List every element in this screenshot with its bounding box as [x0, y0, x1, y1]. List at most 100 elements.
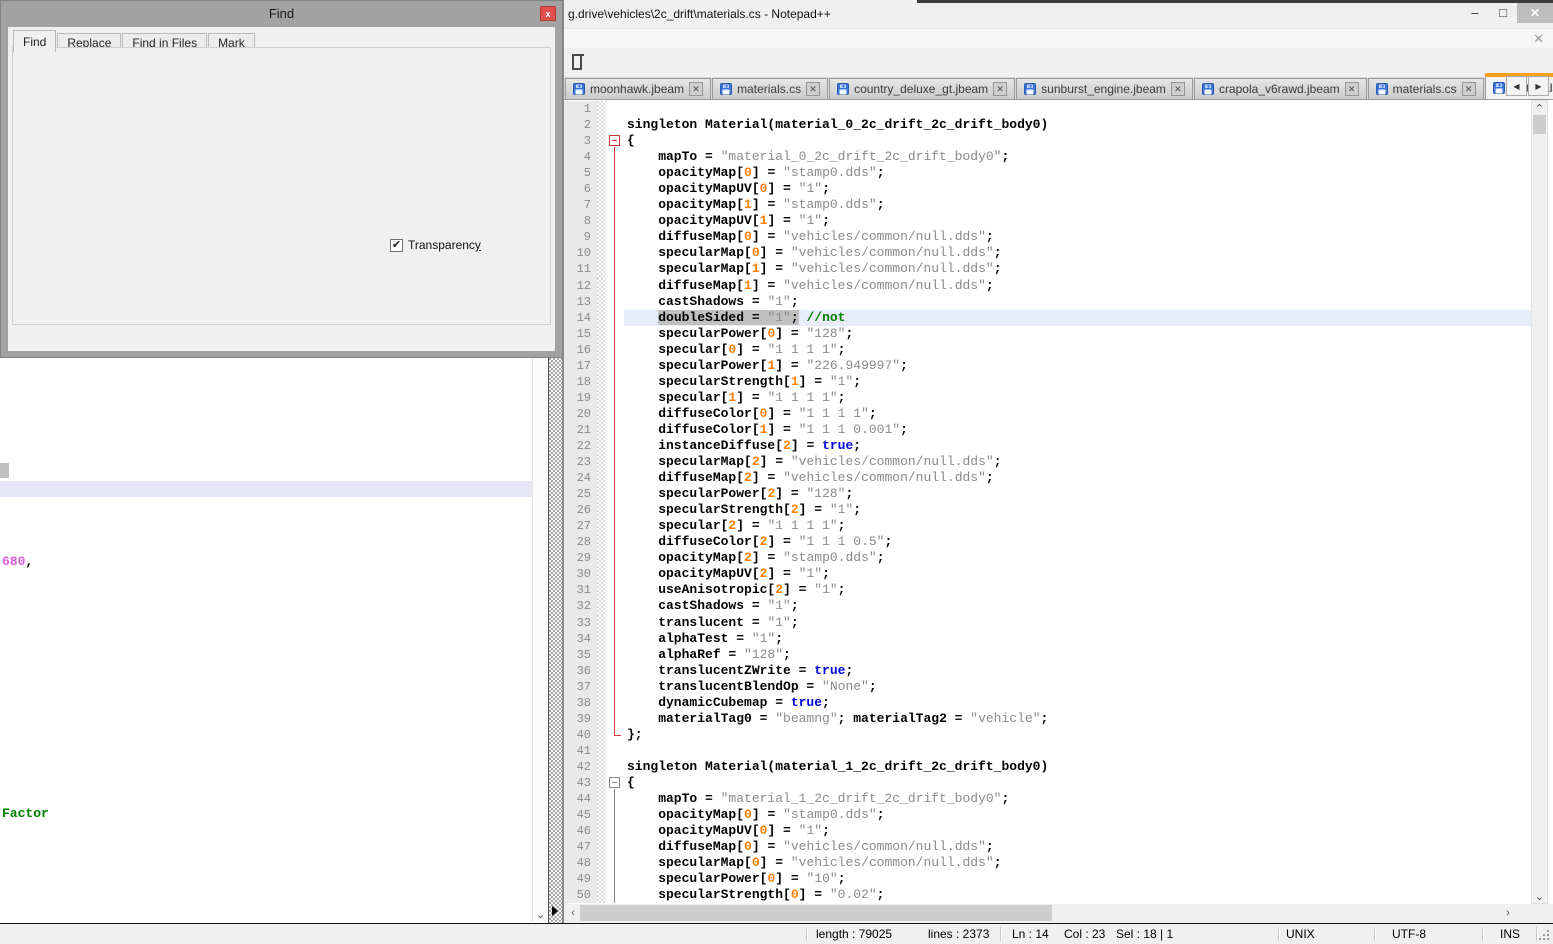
file-tab[interactable]: country_deluxe_gt.jbeam✕	[829, 78, 1015, 99]
scroll-right-button[interactable]: ›	[1501, 904, 1515, 922]
file-tab[interactable]: materials.cs✕	[1368, 78, 1484, 99]
toolbar-document-icon[interactable]	[571, 53, 585, 71]
bookmark-margin[interactable]	[597, 615, 606, 631]
bookmark-margin[interactable]	[597, 502, 606, 518]
left-view-scroll-down-button[interactable]: ⌄	[533, 907, 548, 922]
editor-horizontal-scrollbar[interactable]: ‹ ›	[564, 904, 1531, 922]
scroll-down-button[interactable]: ⌄	[1532, 889, 1547, 903]
bookmark-margin[interactable]	[597, 374, 606, 390]
bookmark-margin[interactable]	[597, 871, 606, 887]
tab-close-icon[interactable]: ✕	[689, 82, 703, 96]
bookmark-margin[interactable]	[597, 133, 606, 149]
tab-close-icon[interactable]: ✕	[1171, 82, 1185, 96]
bookmark-margin[interactable]	[597, 245, 606, 261]
scroll-left-button[interactable]: ‹	[566, 904, 580, 922]
bookmark-margin[interactable]	[597, 807, 606, 823]
background-editor-view[interactable]: 680, Factor ⌄	[0, 358, 548, 924]
code-text: dynamicCubemap = true;	[624, 695, 1531, 711]
fold-margin[interactable]	[606, 775, 624, 791]
panel-close-icon[interactable]: ✕	[1533, 31, 1544, 47]
bookmark-margin[interactable]	[597, 695, 606, 711]
fold-margin[interactable]	[606, 133, 624, 149]
line-number: 3	[564, 133, 597, 149]
status-encoding: UTF-8	[1392, 927, 1426, 941]
tab-close-icon[interactable]: ✕	[1462, 82, 1476, 96]
fold-margin	[606, 679, 624, 695]
bookmark-margin[interactable]	[597, 887, 606, 903]
bookmark-margin[interactable]	[597, 823, 606, 839]
left-view-scrollbar[interactable]: ⌄	[532, 358, 548, 922]
bookmark-margin[interactable]	[597, 294, 606, 310]
bookmark-margin[interactable]	[597, 278, 606, 294]
bookmark-margin[interactable]	[597, 486, 606, 502]
minimize-button[interactable]: –	[1461, 2, 1489, 23]
bookmark-margin[interactable]	[597, 598, 606, 614]
code-text: opacityMap[0] = "stamp0.dds";	[624, 807, 1531, 823]
file-tab[interactable]: crapola_v6rawd.jbeam✕	[1194, 78, 1367, 99]
bookmark-margin[interactable]	[597, 711, 606, 727]
bookmark-margin[interactable]	[597, 855, 606, 871]
bookmark-margin[interactable]	[597, 422, 606, 438]
vertical-scroll-thumb[interactable]	[1533, 115, 1546, 134]
bookmark-margin[interactable]	[597, 839, 606, 855]
tab-close-icon[interactable]: ✕	[806, 82, 820, 96]
bookmark-margin[interactable]	[597, 791, 606, 807]
bookmark-margin[interactable]	[597, 727, 606, 743]
selection-fragment	[0, 463, 9, 478]
file-tab[interactable]: materials.cs✕	[712, 78, 828, 99]
editor[interactable]: 12singleton Material(material_0_2c_drift…	[564, 100, 1553, 922]
bookmark-margin[interactable]	[597, 647, 606, 663]
bookmark-margin[interactable]	[597, 566, 606, 582]
resize-grip[interactable]	[1539, 930, 1541, 932]
fold-collapse-icon[interactable]	[609, 777, 620, 788]
bookmark-margin[interactable]	[597, 358, 606, 374]
bookmark-margin[interactable]	[597, 631, 606, 647]
fold-line	[614, 807, 615, 823]
bookmark-margin[interactable]	[597, 454, 606, 470]
tab-close-icon[interactable]: ✕	[993, 82, 1007, 96]
dialog-resize-grip[interactable]	[550, 347, 552, 349]
bookmark-margin[interactable]	[597, 149, 606, 165]
bookmark-margin[interactable]	[597, 213, 606, 229]
bookmark-margin[interactable]	[597, 261, 606, 277]
bookmark-margin[interactable]	[597, 470, 606, 486]
bookmark-margin[interactable]	[597, 743, 606, 759]
bookmark-margin[interactable]	[597, 117, 606, 133]
bookmark-margin[interactable]	[597, 406, 606, 422]
bookmark-margin[interactable]	[597, 310, 606, 326]
fold-collapse-icon[interactable]	[609, 135, 620, 146]
bookmark-margin[interactable]	[597, 101, 606, 117]
scroll-up-button[interactable]: ⌃	[1532, 101, 1547, 115]
close-button[interactable]: ✕	[1517, 2, 1553, 23]
bookmark-margin[interactable]	[597, 518, 606, 534]
tab-close-icon[interactable]: ✕	[1345, 82, 1359, 96]
view-splitter[interactable]	[548, 358, 562, 924]
tab-scroll-right-button[interactable]: ▶	[1528, 76, 1549, 96]
editor-vertical-scrollbar[interactable]: ⌃ ⌄	[1531, 100, 1548, 904]
horizontal-scroll-thumb[interactable]	[580, 905, 1052, 921]
dialog-close-button[interactable]: x	[540, 6, 556, 21]
tab-find[interactable]: Find	[13, 30, 56, 52]
tab-scroll-left-button[interactable]: ◀	[1506, 76, 1527, 96]
file-tab[interactable]: moonhawk.jbeam✕	[565, 78, 711, 99]
bookmark-margin[interactable]	[597, 181, 606, 197]
bookmark-margin[interactable]	[597, 679, 606, 695]
bookmark-margin[interactable]	[597, 390, 606, 406]
code-text: specularMap[2] = "vehicles/common/null.d…	[624, 454, 1531, 470]
bookmark-margin[interactable]	[597, 663, 606, 679]
bookmark-margin[interactable]	[597, 165, 606, 181]
bookmark-margin[interactable]	[597, 759, 606, 775]
file-tab[interactable]: sunburst_engine.jbeam✕	[1016, 78, 1193, 99]
bookmark-margin[interactable]	[597, 326, 606, 342]
bookmark-margin[interactable]	[597, 582, 606, 598]
bookmark-margin[interactable]	[597, 775, 606, 791]
bookmark-margin[interactable]	[597, 197, 606, 213]
maximize-button[interactable]: □	[1489, 2, 1517, 23]
bookmark-margin[interactable]	[597, 438, 606, 454]
transparency-checkbox[interactable]: ✔ Transparency	[388, 238, 483, 252]
window-title: g.drive\vehicles\2c_drift\materials.cs -…	[568, 7, 831, 21]
bookmark-margin[interactable]	[597, 550, 606, 566]
bookmark-margin[interactable]	[597, 342, 606, 358]
bookmark-margin[interactable]	[597, 534, 606, 550]
bookmark-margin[interactable]	[597, 229, 606, 245]
